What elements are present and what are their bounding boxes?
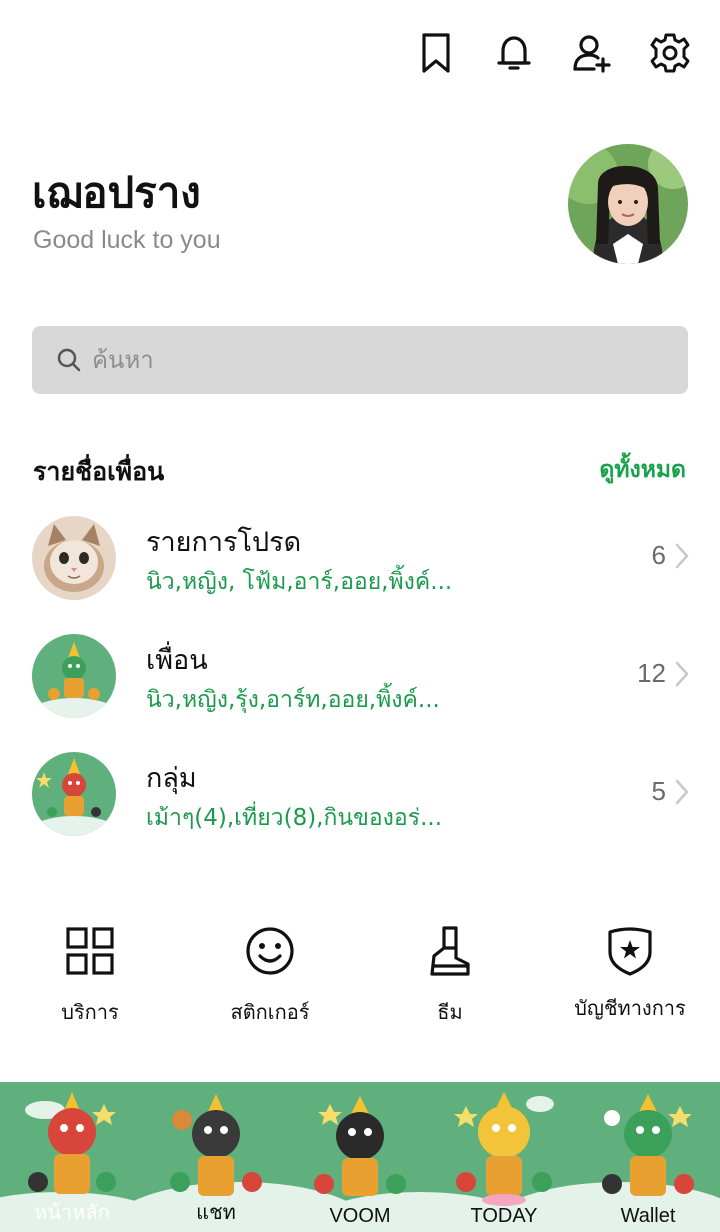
shield-star-icon bbox=[608, 927, 652, 976]
list-item-count: 5 bbox=[651, 776, 666, 806]
service-label: บริการ bbox=[61, 1000, 119, 1024]
list-item-count: 6 bbox=[651, 540, 666, 570]
profile-status-message[interactable]: Good luck to you bbox=[33, 226, 221, 255]
search-bar[interactable] bbox=[32, 326, 688, 394]
list-item-subtitle: เม้าๆ(4),เที่ยว(8),กินของอร่... bbox=[146, 805, 443, 831]
list-item-groups[interactable]: กลุ่ม เม้าๆ(4),เที่ยว(8),กินของอร่... 5 bbox=[0, 752, 720, 862]
chevron-right-icon bbox=[675, 779, 689, 805]
chevron-right-icon bbox=[675, 543, 689, 569]
services-row: บริการ สติกเกอร์ ธีม บัญชีทางการ bbox=[0, 924, 720, 1028]
list-item-subtitle: นิว,หญิง,รุ้ง,อาร์ท,ออย,พิ้งค์... bbox=[146, 687, 440, 713]
service-item-services[interactable]: บริการ bbox=[0, 924, 180, 1028]
smiley-icon bbox=[246, 927, 294, 975]
list-item-friends[interactable]: เพื่อน นิว,หญิง,รุ้ง,อาร์ท,ออย,พิ้งค์...… bbox=[0, 634, 720, 744]
bookmark-icon[interactable] bbox=[416, 30, 456, 76]
list-item-title: กลุ่ม bbox=[146, 763, 197, 794]
tab-voom[interactable]: VOOM bbox=[288, 1205, 432, 1228]
service-item-stickers[interactable]: สติกเกอร์ bbox=[180, 924, 360, 1028]
list-item-title: เพื่อน bbox=[146, 645, 208, 676]
tab-chat[interactable]: แชท bbox=[144, 1196, 288, 1228]
search-input[interactable] bbox=[92, 346, 652, 374]
favorites-avatar bbox=[32, 516, 116, 600]
grid-icon bbox=[66, 927, 114, 975]
service-item-official-accounts[interactable]: บัญชีทางการ bbox=[540, 924, 720, 1028]
service-item-themes[interactable]: ธีม bbox=[360, 924, 540, 1028]
friends-avatar bbox=[32, 634, 116, 718]
service-label: สติกเกอร์ bbox=[230, 1000, 310, 1024]
friends-section-title: รายชื่อเพื่อน bbox=[33, 457, 165, 486]
bottom-nav-bar: หน้าหลัก แชท VOOM TODAY Wallet bbox=[0, 1082, 720, 1232]
see-all-link[interactable]: ดูทั้งหมด bbox=[599, 452, 686, 488]
bell-icon[interactable] bbox=[494, 30, 534, 76]
list-item-favorites[interactable]: รายการโปรด นิว,หญิง, โฟ้ม,อาร์,ออย,พิ้งค… bbox=[0, 516, 720, 626]
service-label: บัญชีทางการ bbox=[574, 996, 686, 1020]
list-item-title: รายการโปรด bbox=[146, 527, 302, 558]
groups-avatar bbox=[32, 752, 116, 836]
add-friend-icon[interactable] bbox=[572, 30, 612, 76]
gear-icon[interactable] bbox=[650, 30, 690, 76]
profile-name[interactable]: เฌอปราง bbox=[32, 160, 201, 226]
tab-home[interactable]: หน้าหลัก bbox=[0, 1196, 144, 1228]
chevron-right-icon bbox=[675, 661, 689, 687]
profile-avatar[interactable] bbox=[568, 144, 688, 264]
service-label: ธีม bbox=[437, 1000, 463, 1024]
list-item-subtitle: นิว,หญิง, โฟ้ม,อาร์,ออย,พิ้งค์... bbox=[146, 569, 453, 595]
tab-wallet[interactable]: Wallet bbox=[576, 1205, 720, 1228]
tab-today[interactable]: TODAY bbox=[432, 1205, 576, 1228]
search-icon bbox=[57, 348, 81, 372]
brush-icon bbox=[430, 926, 470, 976]
header-actions bbox=[416, 30, 690, 76]
list-item-count: 12 bbox=[637, 658, 666, 688]
